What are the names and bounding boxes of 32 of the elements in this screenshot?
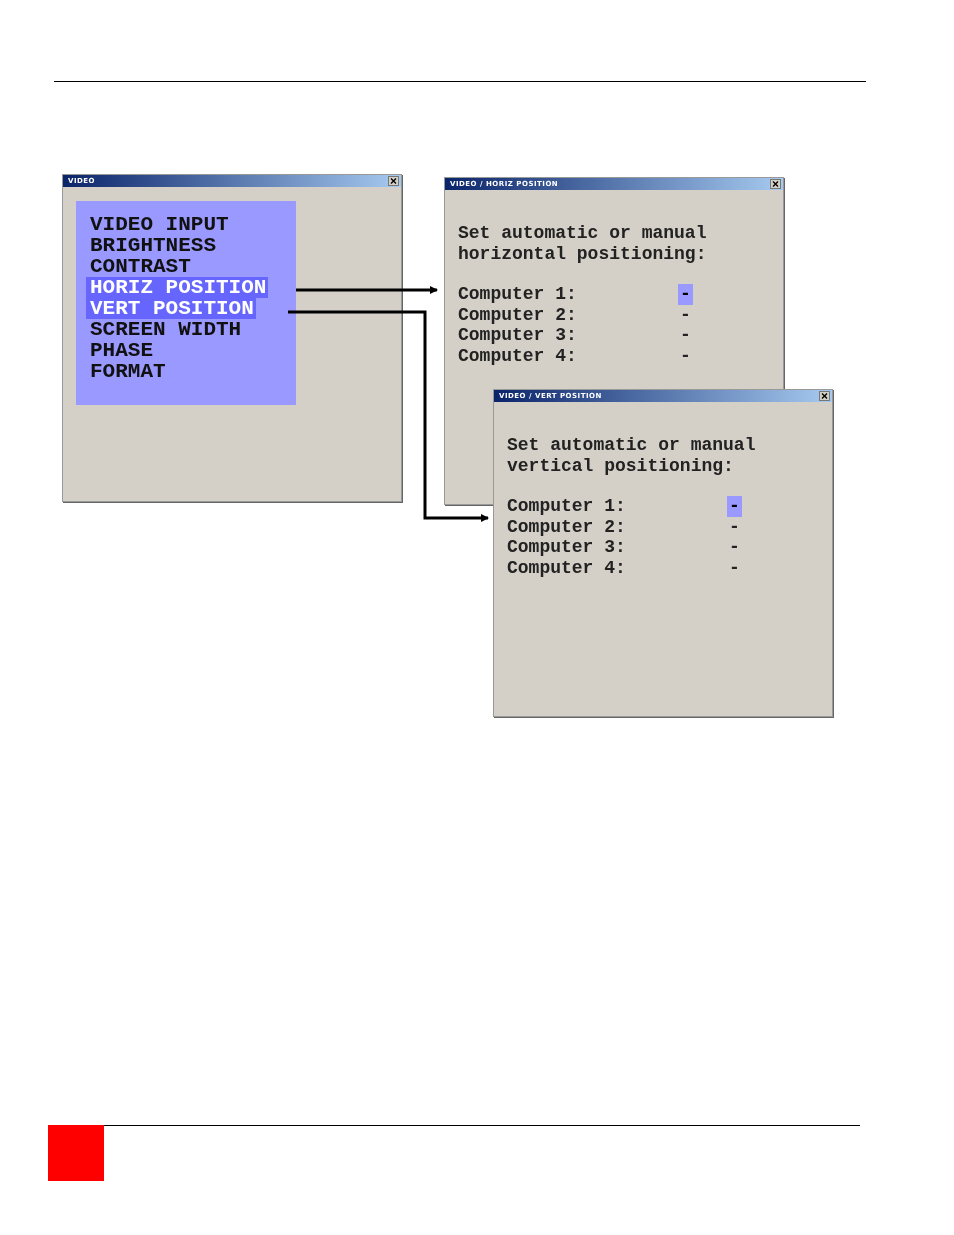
setting-value[interactable]: -: [678, 345, 693, 366]
computer-label: Computer 1:: [507, 496, 627, 517]
computer-label: Computer 3:: [458, 325, 578, 346]
page-marker: [48, 1125, 104, 1181]
close-button[interactable]: [388, 176, 399, 186]
prompt-text: Set automatic or manual: [458, 223, 708, 244]
setting-value[interactable]: -: [678, 304, 693, 325]
computer-label: Computer 2:: [458, 304, 578, 325]
menu-item[interactable]: PHASE: [76, 340, 155, 361]
prompt-text: horizontal positioning:: [458, 243, 708, 264]
computer-label: Computer 2:: [507, 516, 627, 537]
menu-item[interactable]: BRIGHTNESS: [76, 235, 219, 256]
menu-item[interactable]: VERT POSITION: [86, 298, 256, 319]
setting-value[interactable]: -: [727, 557, 742, 578]
menu-item[interactable]: VIDEO INPUT: [76, 214, 231, 235]
computer-label: Computer 4:: [458, 345, 578, 366]
computer-label: Computer 1:: [458, 284, 578, 305]
setting-value[interactable]: -: [727, 537, 742, 558]
menu-item[interactable]: CONTRAST: [76, 256, 193, 277]
close-button[interactable]: [819, 391, 830, 401]
setting-value[interactable]: -: [727, 516, 742, 537]
computer-label: Computer 3:: [507, 537, 627, 558]
setting-value[interactable]: -: [727, 496, 742, 517]
computer-label: Computer 4:: [507, 557, 627, 578]
prompt-text: Set automatic or manual: [507, 435, 757, 456]
setting-value[interactable]: -: [678, 325, 693, 346]
close-button[interactable]: [770, 179, 781, 189]
menu-item[interactable]: FORMAT: [76, 361, 168, 382]
menu-item[interactable]: HORIZ POSITION: [86, 277, 269, 298]
prompt-text: vertical positioning:: [507, 455, 735, 476]
setting-value[interactable]: -: [678, 284, 693, 305]
menu-item[interactable]: SCREEN WIDTH: [76, 319, 244, 340]
